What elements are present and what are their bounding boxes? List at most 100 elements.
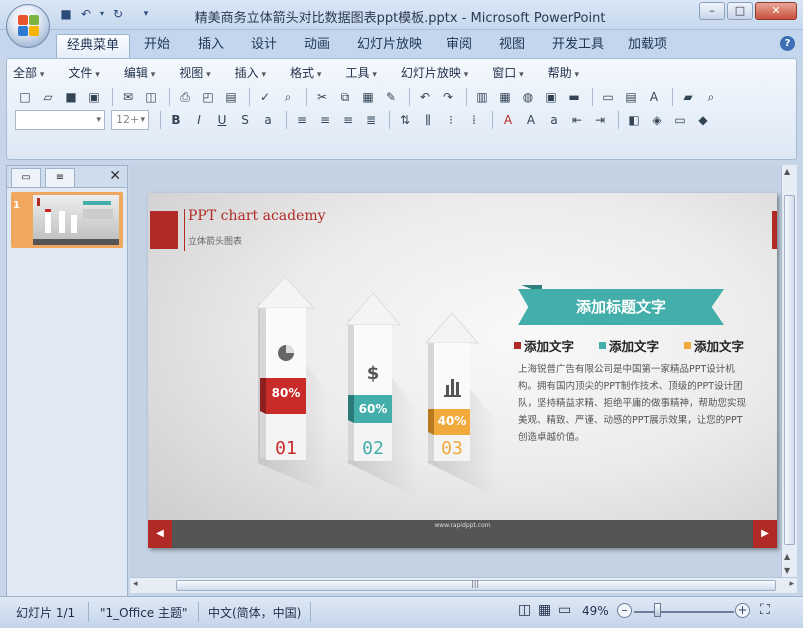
legend-item-2[interactable]: 添加文字: [599, 336, 659, 355]
italic-icon[interactable]: I: [189, 110, 209, 130]
tab-insert[interactable]: 插入: [188, 34, 234, 58]
undo-icon[interactable]: ↶: [78, 6, 94, 22]
tab-outline[interactable]: ≡: [45, 168, 75, 188]
menu-all[interactable]: 全部: [13, 63, 44, 83]
fill-color-icon[interactable]: ▬: [564, 87, 584, 107]
layout-icon[interactable]: ▤: [221, 87, 241, 107]
menu-slideshow[interactable]: 幻灯片放映: [401, 63, 468, 83]
textbox-icon[interactable]: A: [644, 87, 664, 107]
scroll-thumb[interactable]: |||: [176, 579, 776, 591]
format-painter-icon[interactable]: ✎: [381, 87, 401, 107]
zoom-out-icon[interactable]: –: [617, 603, 632, 618]
font-name-combo[interactable]: [15, 110, 105, 130]
menu-view[interactable]: 视图: [179, 63, 210, 83]
numbering-icon[interactable]: ⁞: [464, 110, 484, 130]
zoom-in-icon[interactable]: +: [735, 603, 750, 618]
shrink-font-icon[interactable]: a: [544, 110, 564, 130]
align-center-icon[interactable]: ≡: [315, 110, 335, 130]
slide-thumbnail[interactable]: [11, 192, 123, 248]
description-text[interactable]: 上海锐普广告有限公司是中国第一家精品PPT设计机构。拥有国内顶尖的PPT制作技术…: [518, 361, 748, 446]
arrange-icon[interactable]: ◧: [624, 110, 644, 130]
arrow-1[interactable]: [254, 276, 316, 460]
underline-icon[interactable]: U: [212, 110, 232, 130]
zoom-level[interactable]: 49%: [582, 604, 609, 618]
copy-icon[interactable]: ⧉: [335, 87, 355, 107]
shapes-icon[interactable]: ◈: [647, 110, 667, 130]
picture-icon[interactable]: ▣: [541, 87, 561, 107]
quick-styles-icon[interactable]: ▭: [670, 110, 690, 130]
vertical-scrollbar[interactable]: ▲ ▲ ▼: [781, 165, 797, 577]
increase-indent-icon[interactable]: ⇥: [590, 110, 610, 130]
align-right-icon[interactable]: ≡: [338, 110, 358, 130]
find-icon[interactable]: ⌕: [701, 87, 721, 107]
tab-slides[interactable]: ▭: [11, 168, 41, 188]
customize-icon[interactable]: ▾: [138, 6, 154, 22]
theme-name[interactable]: "1_Office 主题": [100, 604, 188, 621]
undo-dropdown-icon[interactable]: ▾: [98, 6, 106, 22]
menu-edit[interactable]: 编辑: [124, 63, 155, 83]
help-icon[interactable]: ?: [780, 36, 795, 51]
columns-icon[interactable]: ⫼: [418, 110, 438, 130]
zoom-slider[interactable]: [634, 611, 734, 613]
office-button[interactable]: [6, 4, 50, 48]
tab-home[interactable]: 开始: [134, 34, 180, 58]
font-size-combo[interactable]: 12+: [111, 110, 149, 130]
shape-fill-icon[interactable]: ◆: [693, 110, 713, 130]
fit-to-window-icon[interactable]: ⛶: [760, 602, 770, 618]
maximize-button[interactable]: □: [727, 2, 753, 20]
menu-format[interactable]: 格式: [290, 63, 321, 83]
zoom-slider-thumb[interactable]: [654, 603, 661, 617]
minimize-button[interactable]: –: [699, 2, 725, 20]
cut-icon[interactable]: ✂: [312, 87, 332, 107]
slide-layout-icon[interactable]: ▤: [621, 87, 641, 107]
justify-icon[interactable]: ≣: [361, 110, 381, 130]
menu-window[interactable]: 窗口: [492, 63, 523, 83]
menu-insert[interactable]: 插入: [235, 63, 266, 83]
print-icon[interactable]: ⎙: [175, 87, 195, 107]
menu-help[interactable]: 帮助: [548, 63, 579, 83]
new-slide-icon[interactable]: ▭: [598, 87, 618, 107]
tab-developer[interactable]: 开发工具: [542, 34, 614, 58]
slide-sorter-icon[interactable]: ▦: [538, 602, 551, 618]
tab-design[interactable]: 设计: [241, 34, 287, 58]
permission-icon[interactable]: ▣: [84, 87, 104, 107]
open-icon[interactable]: ▰: [678, 87, 698, 107]
slideshow-view-icon[interactable]: ▭: [558, 602, 571, 618]
banner-title[interactable]: 添加标题文字: [518, 289, 724, 325]
change-case-icon[interactable]: a: [258, 110, 278, 130]
new-file-icon[interactable]: □: [15, 87, 35, 107]
menu-tools[interactable]: 工具: [345, 63, 376, 83]
close-pane-icon[interactable]: ✕: [109, 168, 121, 184]
grow-font-icon[interactable]: A: [521, 110, 541, 130]
bold-icon[interactable]: B: [166, 110, 186, 130]
redo-icon[interactable]: ↷: [438, 87, 458, 107]
shadow-icon[interactable]: S: [235, 110, 255, 130]
spelling-icon[interactable]: ✓: [255, 87, 275, 107]
clipart-icon[interactable]: ◍: [518, 87, 538, 107]
arrow-2[interactable]: $: [344, 292, 402, 461]
open-folder-icon[interactable]: ▱: [38, 87, 58, 107]
research-icon[interactable]: ⌕: [278, 87, 298, 107]
preview-icon[interactable]: ◰: [198, 87, 218, 107]
decrease-indent-icon[interactable]: ⇤: [567, 110, 587, 130]
font-color-icon[interactable]: A: [498, 110, 518, 130]
redo-icon[interactable]: ↻: [110, 6, 126, 22]
tab-review[interactable]: 审阅: [436, 34, 482, 58]
close-button[interactable]: ✕: [755, 2, 797, 20]
legend-item-1[interactable]: 添加文字: [514, 336, 574, 355]
save-icon[interactable]: ■: [61, 87, 81, 107]
text-direction-icon[interactable]: ⇅: [395, 110, 415, 130]
table-icon[interactable]: ▦: [495, 87, 515, 107]
tab-view[interactable]: 视图: [489, 34, 535, 58]
slide-subtitle[interactable]: 立体箭头图表: [188, 234, 242, 247]
menu-file[interactable]: 文件: [68, 63, 99, 83]
horizontal-scrollbar[interactable]: ◂ ||| ▸: [130, 577, 797, 593]
print-preview-icon[interactable]: ◫: [141, 87, 161, 107]
tab-addins[interactable]: 加载项: [618, 34, 677, 58]
slide-title[interactable]: PPT chart academy: [188, 208, 326, 224]
slide-canvas[interactable]: PPT chart academy 立体箭头图表 $ 80% 01 60% 02…: [148, 193, 777, 548]
save-icon[interactable]: ■: [58, 6, 74, 22]
legend-item-3[interactable]: 添加文字: [684, 336, 744, 355]
tab-animation[interactable]: 动画: [294, 34, 340, 58]
paste-icon[interactable]: ▦: [358, 87, 378, 107]
